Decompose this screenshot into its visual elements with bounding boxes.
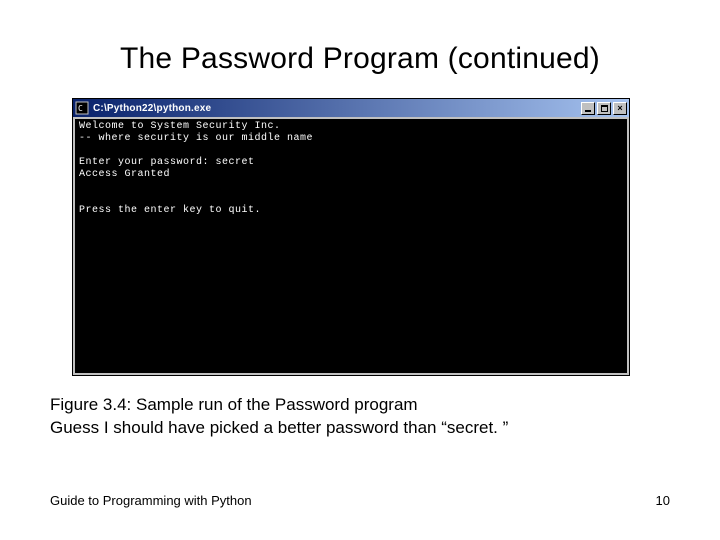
close-button[interactable]: ×	[613, 102, 627, 115]
slide: The Password Program (continued) C C:\Py…	[0, 0, 720, 540]
console-window: C C:\Python22\python.exe × Welcome to Sy…	[72, 98, 630, 376]
minimize-button[interactable]	[581, 102, 595, 115]
console-frame: Welcome to System Security Inc. -- where…	[73, 117, 629, 375]
caption-line-1: Figure 3.4: Sample run of the Password p…	[50, 394, 670, 417]
close-icon: ×	[617, 104, 622, 113]
figure-caption: Figure 3.4: Sample run of the Password p…	[50, 394, 670, 440]
footer-text: Guide to Programming with Python	[50, 493, 252, 508]
command-prompt-icon: C	[75, 101, 89, 115]
svg-text:C: C	[78, 104, 83, 113]
console-output: Welcome to System Security Inc. -- where…	[75, 119, 627, 373]
slide-title: The Password Program (continued)	[50, 42, 670, 76]
caption-line-2: Guess I should have picked a better pass…	[50, 417, 670, 440]
window-titlebar: C C:\Python22\python.exe ×	[73, 99, 629, 117]
window-buttons: ×	[581, 102, 627, 115]
maximize-button[interactable]	[597, 102, 611, 115]
page-number: 10	[656, 493, 670, 508]
window-title: C:\Python22\python.exe	[93, 103, 581, 114]
